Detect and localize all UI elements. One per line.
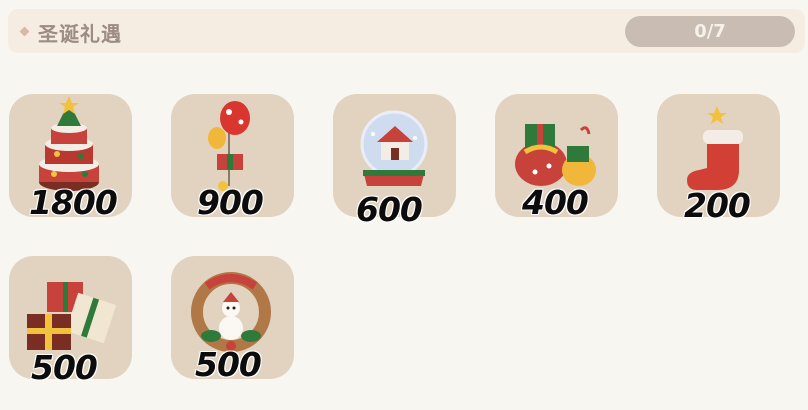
- page-title: 圣诞礼遇: [38, 22, 122, 46]
- progress-counter: 0/7: [625, 16, 795, 47]
- price-label: 1800: [29, 183, 118, 222]
- price-label: 900: [197, 183, 264, 222]
- price-label: 500: [195, 345, 262, 384]
- diamond-icon: [19, 26, 30, 37]
- price-label: 600: [356, 190, 423, 229]
- price-label: 200: [684, 186, 751, 225]
- header-bar: 圣诞礼遇 0/7: [8, 9, 805, 53]
- price-label: 400: [522, 183, 589, 222]
- price-label: 500: [31, 348, 98, 387]
